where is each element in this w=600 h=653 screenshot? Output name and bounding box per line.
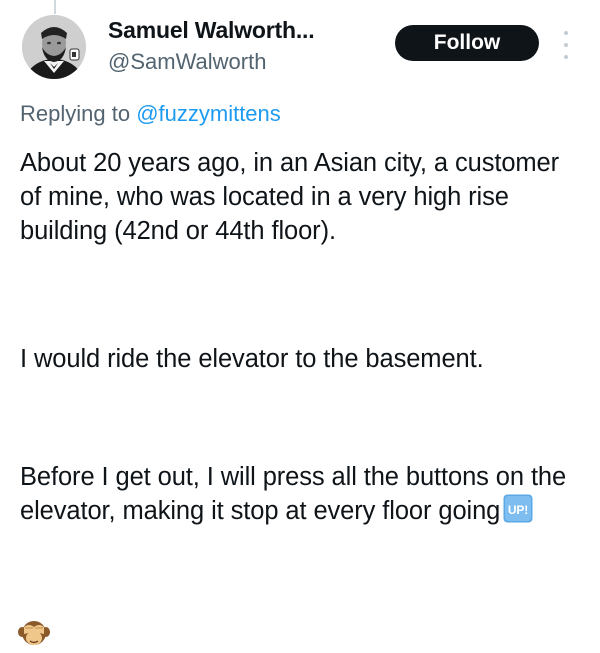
avatar-portrait (22, 15, 86, 79)
tweet-paragraph: I would ride the elevator to the basemen… (20, 345, 484, 373)
tweet-paragraph-text: Before I get out, I will press all the b… (20, 463, 567, 525)
reply-context: Replying to @fuzzymittens (20, 101, 281, 127)
reply-mention-link[interactable]: @fuzzymittens (136, 101, 281, 126)
avatar[interactable] (22, 15, 86, 79)
thread-connector-line (54, 0, 56, 14)
reply-context-prefix: Replying to (20, 101, 137, 126)
more-dot (564, 43, 568, 47)
author-handle[interactable]: @SamWalworth (108, 49, 266, 75)
up-emoji-label: UP! (508, 503, 528, 517)
more-dot (564, 55, 568, 59)
tweet-paragraph: About 20 years ago, in an Asian city, a … (20, 149, 560, 245)
more-dot (564, 31, 568, 35)
see-no-evil-monkey-emoji-icon (18, 621, 50, 645)
tweet-paragraph-last: Before I get out, I will press all the b… (20, 460, 580, 528)
up-button-emoji-icon: UP! (503, 494, 533, 523)
more-options-icon[interactable] (560, 31, 572, 59)
follow-button[interactable]: Follow (395, 25, 539, 61)
author-display-name[interactable]: Samuel Walworth... (108, 17, 315, 44)
